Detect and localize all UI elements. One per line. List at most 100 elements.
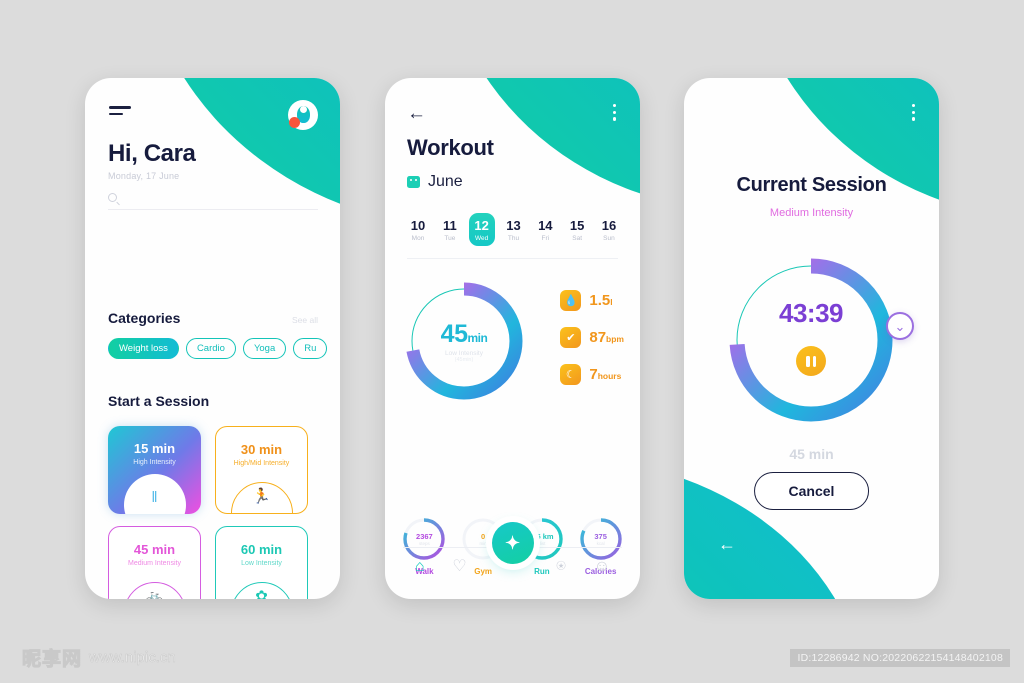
session-intensity: Medium Intensity (769, 207, 854, 219)
calendar-day[interactable]: 10 Mon (405, 213, 431, 246)
watermark-url: www.nipic.cn (89, 649, 176, 667)
back-arrow-icon[interactable]: ← (718, 535, 736, 553)
day-weekday: Fri (541, 235, 550, 242)
calendar-day[interactable]: 13 Thu (500, 213, 526, 246)
watermark-id: ID:12286942 NO:20220622154148402108 (790, 649, 1010, 667)
month-selector[interactable]: June (407, 173, 463, 191)
phone-screen-current-session: Current Session Medium Intensity 43:39 ⌄… (684, 78, 939, 599)
day-weekday: Thu (507, 235, 520, 242)
bottom-navigation: ✦ ⌂ ♡ ⍟ ☺ (385, 522, 640, 599)
search-input[interactable] (108, 193, 318, 210)
categories-title: Categories (108, 310, 181, 326)
day-number: 12 (474, 218, 489, 233)
nav-home-icon[interactable]: ⌂ (415, 559, 425, 575)
card-intensity: Low Intensity (241, 560, 282, 567)
back-arrow-icon[interactable]: ← (407, 104, 426, 123)
ring-value: 1.5 km (530, 532, 554, 541)
stat-unit: bpm (606, 334, 624, 344)
watermark-brand: 昵享网 (21, 649, 83, 671)
category-chip[interactable]: Yoga (242, 338, 287, 359)
app-logo-icon (288, 100, 318, 130)
stat-value: 1.5l (589, 292, 613, 309)
pause-icon (806, 355, 810, 367)
calendar-day[interactable]: 14 Fri (532, 213, 558, 246)
kebab-menu-icon[interactable] (612, 104, 616, 124)
category-chip[interactable]: Weight loss (108, 338, 179, 359)
calendar-day[interactable]: 11 Tue (437, 213, 463, 246)
session-duration: 45 min (789, 446, 834, 462)
category-chip[interactable]: Cardio (185, 338, 236, 359)
day-number: 15 (569, 218, 585, 233)
calendar-day[interactable]: 12 Wed (468, 213, 495, 246)
calendar-day[interactable]: 16 Sun (596, 213, 622, 246)
search-icon (108, 193, 117, 202)
day-number: 10 (410, 218, 426, 233)
ring-value: 2367 (416, 532, 433, 541)
categories-header: Categories See all (108, 310, 318, 326)
card-duration: 60 min (240, 542, 283, 557)
current-date: Monday, 17 June (108, 171, 180, 181)
nav-heart-icon[interactable]: ♡ (452, 559, 466, 575)
water-drop-icon: 💧 (560, 290, 582, 311)
nav-icon-row: ⌂ ♡ ⍟ ☺ (385, 559, 640, 575)
stat-value: 87bpm (589, 329, 624, 346)
day-weekday: Sun (603, 235, 615, 242)
cancel-button[interactable]: Cancel (753, 472, 870, 510)
watermark: 昵享网 www.nipic.cn (21, 644, 176, 671)
day-number: 13 (506, 218, 521, 233)
phone-screen-home: Hi, Cara Monday, 17 June Categories See … (85, 78, 340, 599)
pause-button[interactable] (796, 346, 826, 376)
session-card-grid: 15 min High Intensity ‖ 30 min High/Mid Inte… (108, 426, 308, 599)
category-chip[interactable]: Ru (293, 338, 328, 359)
day-number: 14 (538, 218, 553, 233)
page-title: Current Session (736, 174, 887, 196)
ring-caption-secondary: (45min) (454, 356, 474, 363)
start-session-header: Start a Session (108, 393, 318, 409)
stat-row: ✔ 87bpm (560, 327, 624, 348)
add-workout-fab[interactable]: ✦ (491, 522, 534, 564)
workout-progress-ring: 45min Low Intensity (45min) (401, 278, 527, 404)
divider (407, 258, 618, 259)
card-intensity: High Intensity (133, 459, 176, 466)
hamburger-icon[interactable] (109, 106, 131, 119)
nav-award-icon[interactable]: ⍟ (556, 559, 566, 575)
card-intensity: High/Mid Intensity (233, 460, 290, 467)
kebab-menu-icon[interactable] (911, 104, 915, 124)
nav-profile-icon[interactable]: ☺ (594, 559, 610, 575)
month-label: June (428, 173, 463, 190)
stat-row: ☾ 7hours (560, 364, 624, 385)
ring-center-label: 45min Low Intensity (45min) (401, 278, 527, 404)
calendar-day[interactable]: 15 Sat (564, 213, 590, 246)
chevron-down-icon[interactable]: ⌄ (886, 312, 914, 340)
card-duration: 15 min (133, 441, 176, 456)
see-all-link[interactable]: See all (292, 315, 318, 325)
ring-value: 45min (440, 319, 488, 348)
day-number: 16 (601, 218, 617, 233)
ring-caption-primary: Low Intensity (445, 349, 483, 357)
day-number: 11 (442, 218, 457, 233)
timer-display: 43:39 (779, 298, 844, 328)
ring-value: 0 (481, 532, 486, 541)
decorative-blob-top-right (744, 78, 939, 218)
calendar-icon (407, 176, 420, 188)
session-progress-ring: 43:39 ⌄ (721, 250, 914, 430)
stat-unit: hours (597, 371, 622, 381)
day-weekday: Mon (411, 235, 425, 242)
screenshot-canvas: Hi, Cara Monday, 17 June Categories See … (0, 0, 1024, 683)
page-title: Workout (407, 135, 494, 160)
stat-row: 💧 1.5l (560, 290, 624, 311)
stats-list: 💧 1.5l ✔ 87bpm ☾ 7hours (560, 290, 624, 385)
cycling-icon: 🚲 (145, 588, 164, 599)
session-card[interactable]: 45 min Medium Intensity 🚲 (108, 526, 201, 599)
heart-check-icon: ✔ (560, 327, 582, 348)
phone-screen-workout: ← Workout June 10 Mon 11 Tue 12 Wed 13 Thu 14 Fri… (385, 78, 640, 599)
ring-svg (729, 258, 893, 422)
card-intensity: Medium Intensity (128, 560, 181, 567)
page-title: Hi, Cara (108, 140, 196, 167)
session-card[interactable]: 60 min Low Intensity ✿ (215, 526, 308, 599)
add-icon: ✦ (504, 532, 521, 553)
stat-unit: l (610, 297, 613, 307)
session-card[interactable]: 30 min High/Mid Intensity 🏃 (215, 426, 308, 514)
ring-value: 375 (594, 532, 607, 541)
session-card[interactable]: 15 min High Intensity ‖ (108, 426, 201, 514)
